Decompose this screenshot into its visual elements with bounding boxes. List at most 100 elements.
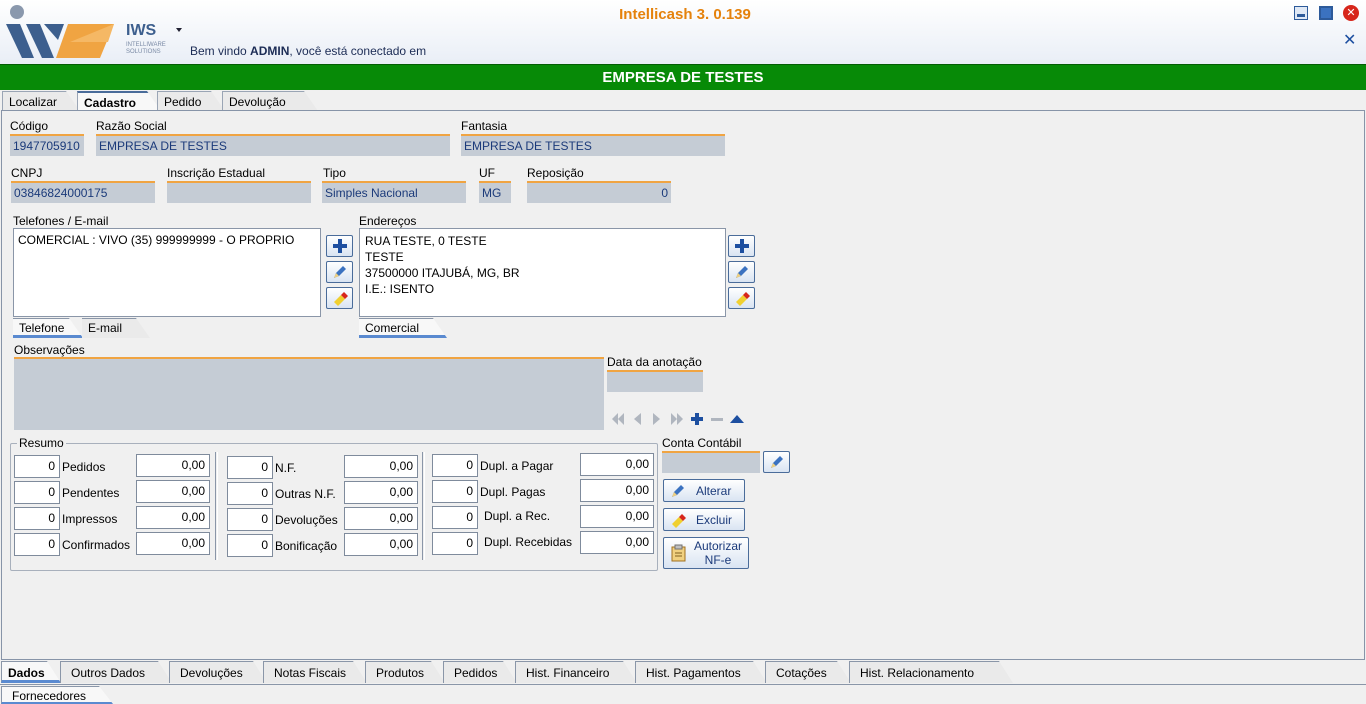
data-anotacao-field[interactable] (607, 370, 703, 392)
bonificacao-label: Bonificação (275, 539, 338, 553)
outras-nf-value[interactable]: 0,00 (344, 481, 418, 504)
uf-field[interactable]: MG (479, 181, 511, 203)
logo-subtext: INTELLIWARE SOLUTIONS (126, 42, 166, 55)
pendentes-value[interactable]: 0,00 (136, 480, 210, 503)
delete-endereco-button[interactable] (728, 287, 755, 309)
list-item[interactable]: COMERCIAL : VIVO (35) 999999999 - O PROP… (18, 233, 316, 247)
close-window-icon[interactable]: ✕ (1343, 5, 1359, 21)
alterar-button[interactable]: Alterar (663, 479, 745, 502)
excluir-button[interactable]: Excluir (663, 508, 745, 531)
tab-notas-fiscais[interactable]: Notas Fiscais (263, 661, 367, 683)
alterar-label: Alterar (696, 483, 732, 498)
edit-endereco-button[interactable] (728, 261, 755, 283)
uf-label: UF (479, 166, 495, 180)
nf-value[interactable]: 0,00 (344, 455, 418, 478)
tab-hist-financeiro[interactable]: Hist. Financeiro (515, 661, 637, 683)
tab-dados[interactable]: Dados (1, 661, 61, 683)
reposicao-field[interactable]: 0 (527, 181, 671, 203)
data-anotacao-label: Data da anotação (607, 355, 702, 369)
nf-count[interactable]: 0 (227, 456, 273, 479)
edit-telefone-button[interactable] (326, 261, 353, 283)
pencil-icon (333, 266, 346, 278)
dupl-recebidas-value[interactable]: 0,00 (580, 531, 654, 554)
resumo-divider (422, 452, 425, 560)
dupl-a-pagar-value[interactable]: 0,00 (580, 453, 654, 476)
eraser-icon (333, 292, 348, 306)
tab-outros-dados[interactable]: Outros Dados (60, 661, 172, 683)
enderecos-list[interactable]: RUA TESTE, 0 TESTE TESTE 37500000 ITAJUB… (359, 228, 726, 317)
inscricao-estadual-label: Inscrição Estadual (167, 166, 266, 180)
codigo-label: Código (10, 119, 49, 133)
telefones-list[interactable]: COMERCIAL : VIVO (35) 999999999 - O PROP… (13, 228, 321, 317)
next-record-icon[interactable] (652, 413, 662, 425)
tab-comercial[interactable]: Comercial (359, 318, 447, 338)
razao-social-field[interactable]: EMPRESA DE TESTES (96, 134, 450, 156)
pedidos-count[interactable]: 0 (14, 455, 60, 478)
first-record-icon[interactable] (611, 413, 625, 425)
plus-icon (734, 239, 749, 253)
codigo-field[interactable]: 1947705910 (10, 134, 84, 156)
dupl-pagas-value[interactable]: 0,00 (580, 479, 654, 502)
impressos-value[interactable]: 0,00 (136, 506, 210, 529)
bonificacao-count[interactable]: 0 (227, 534, 273, 557)
confirmados-value[interactable]: 0,00 (136, 532, 210, 555)
autorizar-nfe-button[interactable]: Autorizar NF-e (663, 537, 749, 569)
plus-icon (332, 239, 347, 253)
bonificacao-value[interactable]: 0,00 (344, 533, 418, 556)
dupl-a-pagar-count[interactable]: 0 (432, 454, 478, 477)
prev-record-icon[interactable] (632, 413, 642, 425)
dupl-a-rec-value[interactable]: 0,00 (580, 505, 654, 528)
add-telefone-button[interactable] (326, 235, 353, 257)
tab-hist-pagamentos[interactable]: Hist. Pagamentos (635, 661, 767, 683)
dupl-recebidas-count[interactable]: 0 (432, 532, 478, 555)
last-record-icon[interactable] (670, 413, 684, 425)
autorizar-line2: NF-e (704, 553, 732, 567)
dupl-a-rec-count[interactable]: 0 (432, 506, 478, 529)
welcome-prefix: Bem vindo (190, 44, 251, 58)
devolucoes-count[interactable]: 0 (227, 508, 273, 531)
pendentes-count[interactable]: 0 (14, 481, 60, 504)
dupl-a-pagar-label: Dupl. a Pagar (480, 459, 554, 473)
tab-pedido[interactable]: Pedido (157, 91, 225, 111)
outras-nf-count[interactable]: 0 (227, 482, 273, 505)
pedidos-value[interactable]: 0,00 (136, 454, 210, 477)
up-record-icon[interactable] (730, 414, 744, 424)
observacoes-field[interactable] (14, 357, 604, 430)
dupl-a-rec-label: Dupl. a Rec. (484, 509, 551, 523)
autorizar-label: Autorizar NF-e (694, 539, 742, 567)
conta-contabil-field[interactable] (662, 451, 760, 473)
minimize-icon[interactable] (1294, 6, 1308, 20)
tab-pedidos[interactable]: Pedidos (443, 661, 517, 683)
impressos-count[interactable]: 0 (14, 507, 60, 530)
maximize-icon[interactable] (1319, 6, 1333, 20)
address-line: I.E.: ISENTO (365, 282, 435, 296)
devolucoes-label: Devoluções (275, 513, 338, 527)
edit-conta-button[interactable] (763, 451, 790, 473)
tab-hist-relacionamento[interactable]: Hist. Relacionamento (849, 661, 1013, 683)
tipo-field[interactable]: Simples Nacional (322, 181, 466, 203)
pendentes-label: Pendentes (62, 486, 120, 500)
devolucoes-value[interactable]: 0,00 (344, 507, 418, 530)
confirmados-count[interactable]: 0 (14, 533, 60, 556)
add-endereco-button[interactable] (728, 235, 755, 257)
tab-localizar[interactable]: Localizar (2, 91, 80, 111)
pedidos-label: Pedidos (62, 460, 106, 474)
tab-fornecedores[interactable]: Fornecedores (1, 686, 113, 704)
dupl-pagas-count[interactable]: 0 (432, 480, 478, 503)
add-record-icon[interactable] (691, 413, 703, 425)
logo-dropdown-icon[interactable] (176, 28, 182, 32)
cnpj-field[interactable]: 03846824000175 (11, 181, 155, 203)
delete-telefone-button[interactable] (326, 287, 353, 309)
tab-produtos[interactable]: Produtos (365, 661, 445, 683)
tab-cadastro[interactable]: Cadastro (77, 91, 161, 111)
tab-cotacoes[interactable]: Cotações (765, 661, 851, 683)
tab-devolucao[interactable]: Devolução (222, 91, 318, 111)
fantasia-field[interactable]: EMPRESA DE TESTES (461, 134, 725, 156)
remove-record-icon[interactable] (711, 413, 723, 425)
tab-devolucoes[interactable]: Devoluções (169, 661, 267, 683)
inscricao-estadual-field[interactable] (167, 181, 311, 203)
pencil-icon (672, 484, 684, 497)
logo-icon (6, 5, 114, 58)
conta-contabil-label: Conta Contábil (662, 436, 742, 450)
close-tab-icon[interactable]: ✕ (1343, 30, 1356, 49)
